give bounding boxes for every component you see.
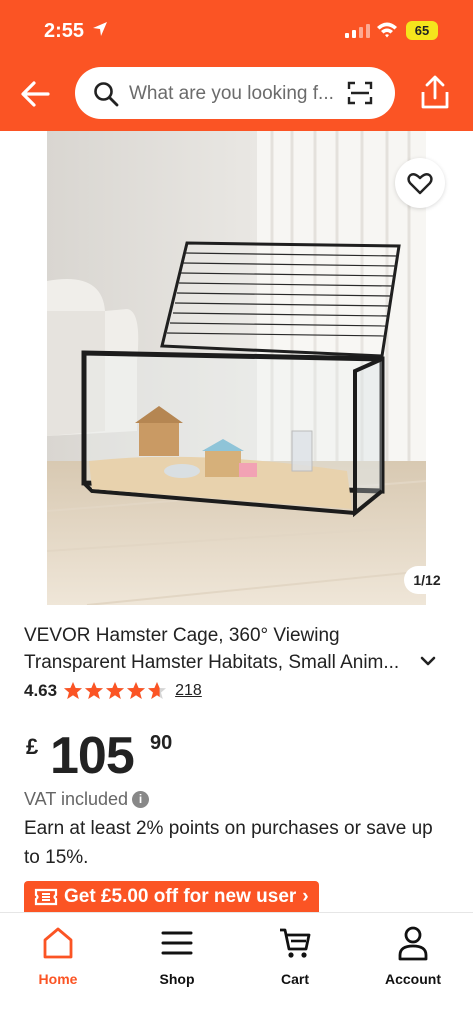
nav-cart[interactable]: Cart [250,923,340,987]
favorite-button[interactable] [395,158,445,208]
search-bar[interactable] [75,67,395,119]
info-icon[interactable]: i [132,791,150,808]
nav-home-label: Home [38,971,78,987]
rating-stars [63,681,167,701]
nav-shop-label: Shop [159,971,195,987]
nav-home[interactable]: Home [13,923,103,987]
rating-value: 4.63 [24,681,58,700]
menu-icon [161,931,193,955]
star-icon [85,682,104,699]
price-whole: 105 [50,727,135,785]
coupon-icon [34,888,58,906]
cellular-signal-icon [345,24,370,38]
vat-label: VAT included [24,789,129,809]
star-icon [64,682,83,699]
home-icon [43,927,73,959]
nav-shop[interactable]: Shop [132,923,222,987]
scan-icon[interactable] [347,81,373,105]
bottom-nav: Home Shop Cart Account [0,912,473,1025]
review-count-link[interactable]: 218 [175,682,202,700]
share-icon [421,75,449,109]
nav-account-label: Account [385,971,441,987]
chevron-right-icon: › [302,886,309,907]
status-time: 2:55 [44,20,85,42]
location-arrow-icon [93,22,107,36]
nav-account[interactable]: Account [368,923,458,987]
price-fraction: 90 [150,732,173,754]
search-input[interactable] [127,79,361,109]
star-icon [148,682,167,699]
share-button[interactable] [417,74,453,112]
rating-row: 4.63 218 [24,680,202,702]
new-user-coupon-button[interactable]: Get £5.00 off for new user › [24,881,319,913]
status-bar: 2:55 65 [0,0,473,60]
price-currency: £ [26,734,39,759]
battery-indicator: 65 [406,21,438,40]
hamster-cage-photo [47,131,426,605]
product-image[interactable] [47,131,426,605]
heart-icon [407,173,433,195]
back-arrow-icon [21,81,50,107]
search-icon [94,82,119,107]
back-button[interactable] [18,78,54,110]
product-title: VEVOR Hamster Cage, 360° Viewing Transpa… [24,625,400,673]
star-icon [127,682,146,699]
chevron-down-icon[interactable] [420,655,436,667]
account-icon [398,926,428,961]
image-counter: 1/12 [404,566,450,594]
points-text: Earn at least 2% points on purchases or … [24,818,433,868]
wifi-icon [377,22,397,38]
cart-icon [280,928,311,958]
header-bar: 2:55 65 [0,0,473,131]
coupon-label: Get £5.00 off for new user [64,886,297,907]
vat-info[interactable]: VAT included i [24,789,150,810]
nav-cart-label: Cart [280,971,309,987]
star-icon [106,682,125,699]
